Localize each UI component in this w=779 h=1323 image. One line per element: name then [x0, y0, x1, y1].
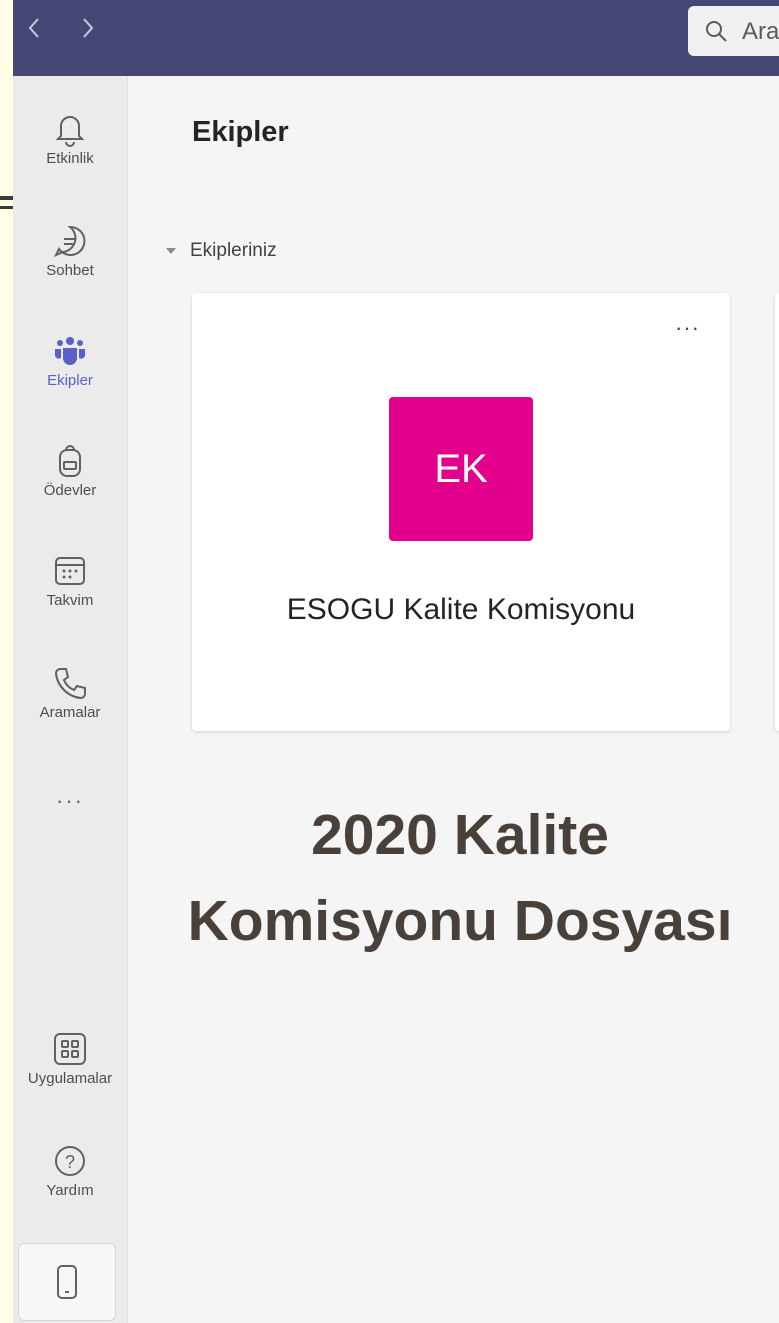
search-box[interactable]: Ara	[688, 6, 779, 56]
sidebar-item-label: Takvim	[46, 592, 94, 609]
calendar-icon	[55, 557, 85, 585]
sidebar-item-label: Sohbet	[46, 262, 94, 279]
svg-text:?: ?	[65, 1152, 75, 1172]
sidebar-item-calls[interactable]: Aramalar	[13, 660, 127, 760]
sidebar-item-help[interactable]: ? Yardım	[13, 1138, 127, 1238]
slide-rule-decoration	[0, 196, 13, 200]
sidebar-item-chat[interactable]: Sohbet	[13, 218, 127, 318]
bell-icon	[55, 116, 85, 147]
caret-down-icon	[166, 248, 176, 254]
slide-rule-decoration-2	[0, 206, 13, 209]
sidebar-item-label: Uygulamalar	[27, 1070, 113, 1087]
team-avatar: EK	[389, 397, 533, 541]
sidebar-item-teams[interactable]: Ekipler	[13, 328, 127, 428]
download-mobile-button[interactable]	[18, 1243, 116, 1321]
section-label: Ekipleriniz	[190, 240, 277, 261]
more-options-button[interactable]: ···	[675, 315, 700, 341]
more-apps-button[interactable]: ···	[13, 788, 127, 814]
search-placeholder: Ara	[742, 18, 779, 45]
sidebar-item-label: Yardım	[46, 1182, 94, 1199]
chevron-left-icon	[28, 18, 39, 38]
team-card-partial[interactable]	[775, 293, 779, 731]
sidebar-item-assignments[interactable]: Ödevler	[13, 438, 127, 538]
sidebar-item-calendar[interactable]: Takvim	[13, 548, 127, 648]
headline-line-2: Komisyonu Dosyası	[187, 889, 733, 953]
teams-icon	[55, 337, 85, 365]
phone-icon	[54, 668, 86, 700]
headline-line-1: 2020 Kalite	[311, 803, 609, 867]
backpack-icon	[59, 445, 81, 477]
help-icon: ?	[55, 1146, 85, 1176]
page-title: Ekipler	[192, 116, 289, 148]
chevron-right-icon	[83, 18, 94, 38]
section-header-your-teams[interactable]: Ekipleriniz	[166, 240, 277, 262]
sidebar-item-label: Ödevler	[43, 482, 97, 499]
chat-icon	[53, 225, 86, 257]
apps-icon	[54, 1033, 86, 1065]
title-bar: Ara	[13, 0, 779, 76]
team-avatar-initials: EK	[434, 446, 488, 491]
sidebar-item-activity[interactable]: Etkinlik	[13, 106, 127, 206]
teams-window: Ara Etkinlik Sohbet Ekipler Ödevler Takv…	[13, 0, 779, 1323]
back-button[interactable]	[19, 10, 49, 46]
mobile-phone-icon	[57, 1265, 77, 1299]
search-icon	[706, 21, 727, 42]
sidebar-item-label: Ekipler	[47, 372, 93, 389]
slide-headline: 2020 Kalite Komisyonu Dosyası	[140, 792, 779, 964]
team-name: ESOGU Kalite Komisyonu	[286, 593, 636, 626]
sidebar-item-label: Etkinlik	[46, 150, 94, 167]
forward-button[interactable]	[73, 10, 103, 46]
team-card[interactable]: ··· EK ESOGU Kalite Komisyonu	[192, 293, 730, 731]
sidebar-item-apps[interactable]: Uygulamalar	[13, 1026, 127, 1126]
app-bar: Etkinlik Sohbet Ekipler Ödevler Takvim A…	[13, 76, 128, 1323]
sidebar-item-label: Aramalar	[39, 704, 101, 721]
